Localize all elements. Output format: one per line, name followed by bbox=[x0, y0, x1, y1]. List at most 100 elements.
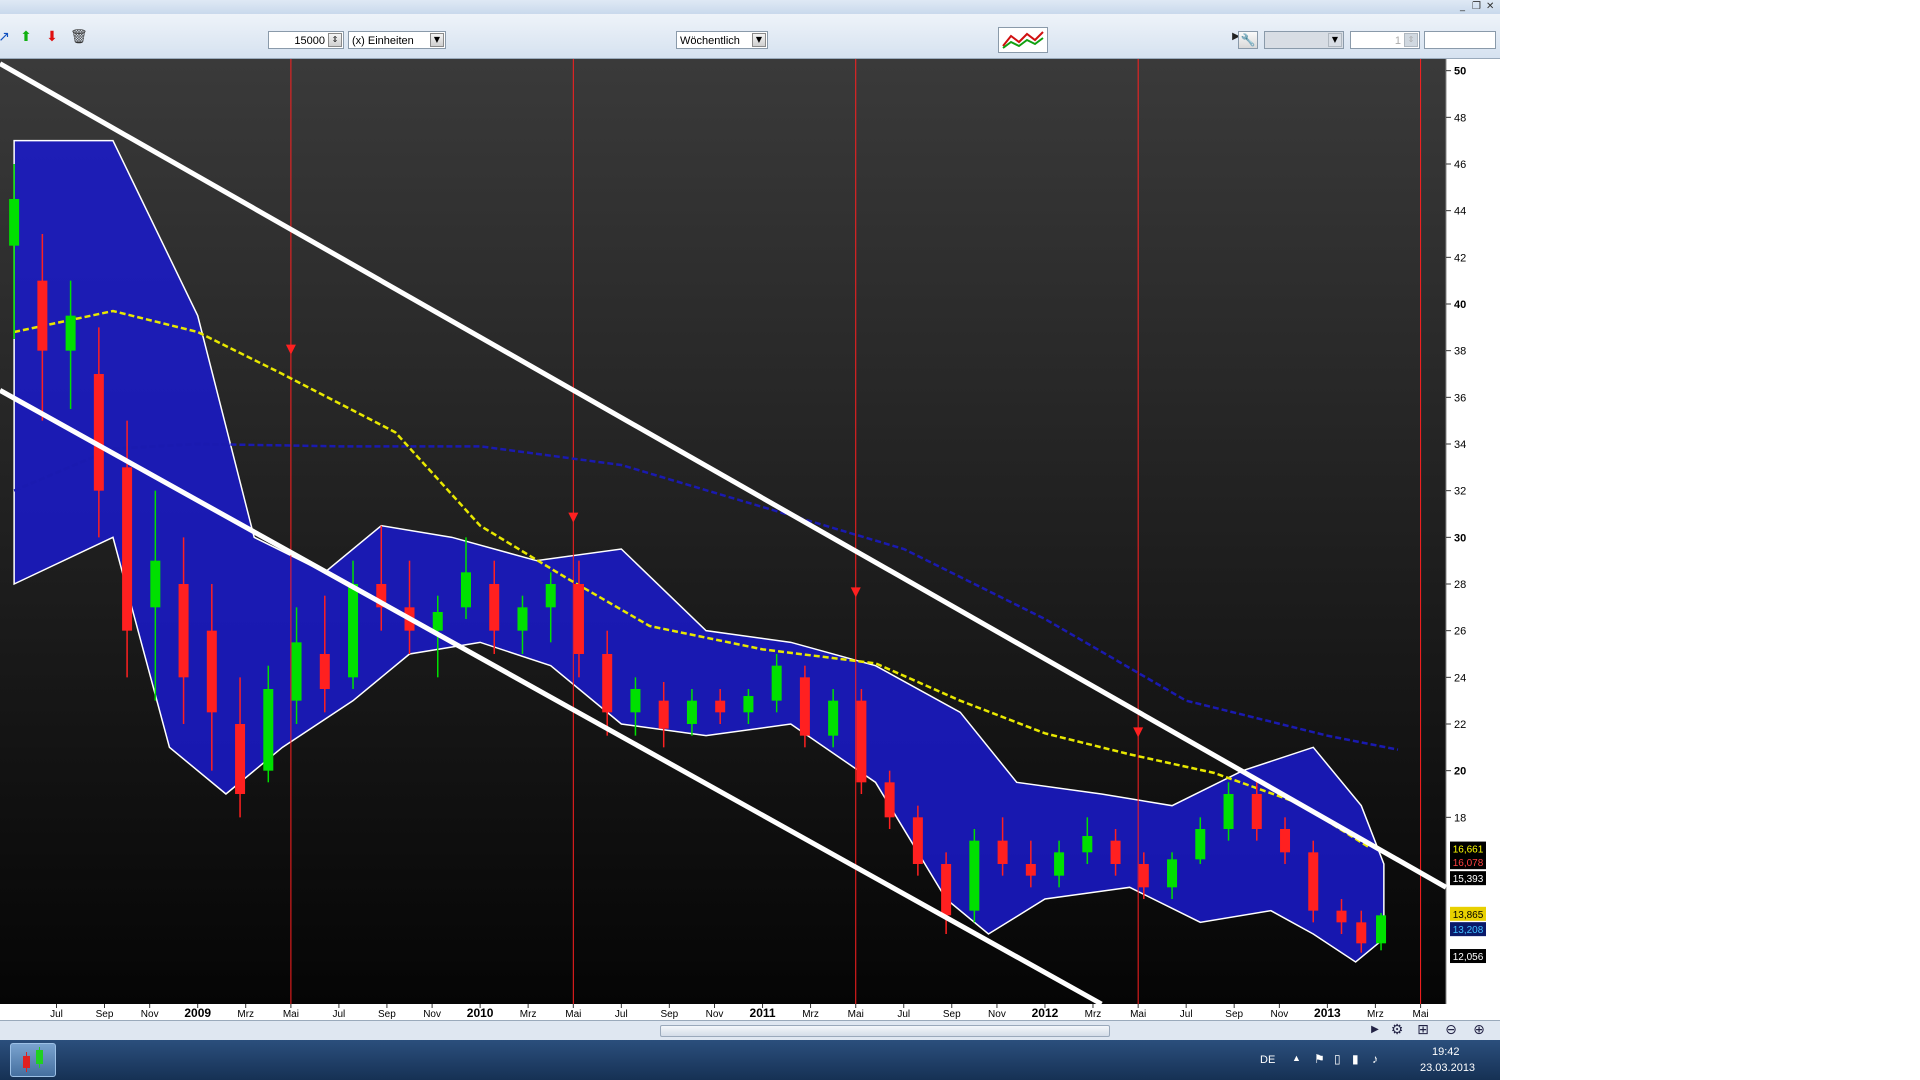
candle-body-47 bbox=[1336, 910, 1347, 923]
tray-expand-icon[interactable]: ▲ bbox=[1292, 1053, 1301, 1063]
x-tick-label-17: Mai bbox=[848, 1009, 864, 1020]
network-icon[interactable]: ▮ bbox=[1352, 1052, 1359, 1066]
x-tick-label-29: Mai bbox=[1413, 1009, 1429, 1020]
zoom-in-icon[interactable]: ⊕ bbox=[1470, 1022, 1488, 1038]
candle-body-20 bbox=[573, 584, 584, 654]
restore-button[interactable]: ❐ bbox=[1472, 1, 1481, 12]
candle-body-22 bbox=[630, 689, 641, 713]
secondary-input[interactable]: 1 ⇕ bbox=[1350, 31, 1420, 49]
y-tick-label-5: 28 bbox=[1454, 579, 1466, 591]
x-tick-label-9: 2010 bbox=[467, 1006, 494, 1020]
y-tick-label-12: 42 bbox=[1454, 252, 1466, 264]
candle-body-27 bbox=[771, 665, 782, 701]
chart-settings-icon[interactable]: ⚙ bbox=[1388, 1022, 1406, 1038]
x-tick-label-12: Jul bbox=[615, 1009, 628, 1020]
candle-body-45 bbox=[1280, 829, 1291, 853]
y-tick-label-2: 22 bbox=[1454, 719, 1466, 731]
candle-body-5 bbox=[150, 560, 161, 608]
candle-body-36 bbox=[1025, 864, 1036, 876]
y-tick-label-3: 24 bbox=[1454, 672, 1466, 684]
units-select[interactable]: (x) Einheiten ▼ bbox=[348, 31, 446, 49]
zoom-out-icon[interactable]: ⊖ bbox=[1442, 1022, 1460, 1038]
language-indicator[interactable]: DE bbox=[1260, 1054, 1275, 1066]
candle-body-44 bbox=[1251, 794, 1262, 829]
candle-body-16 bbox=[460, 572, 471, 608]
y-tick-label-16: 50 bbox=[1454, 66, 1466, 78]
candle-body-25 bbox=[715, 700, 726, 713]
x-tick-label-28: Mrz bbox=[1367, 1009, 1384, 1020]
x-tick-label-15: 2011 bbox=[750, 1006, 776, 1020]
period-label: Wöchentlich bbox=[680, 35, 740, 47]
candle-body-40 bbox=[1138, 864, 1149, 888]
candle-body-24 bbox=[686, 700, 697, 724]
clock-date[interactable]: 23.03.2013 bbox=[1420, 1062, 1475, 1074]
taskbar: DE ▲ ⚑ ▯ ▮ ♪ 19:42 23.03.2013 bbox=[0, 1040, 1500, 1080]
chevron-down-icon[interactable]: ▼ bbox=[752, 33, 766, 47]
candle-body-8 bbox=[235, 724, 246, 794]
candle-body-38 bbox=[1082, 836, 1093, 853]
candle-body-33 bbox=[941, 864, 952, 916]
candle-body-18 bbox=[517, 607, 528, 631]
device-icon[interactable]: ▯ bbox=[1334, 1052, 1341, 1066]
chevron-down-icon[interactable]: ▼ bbox=[430, 33, 444, 47]
candle-body-43 bbox=[1223, 794, 1234, 829]
y-tick-label-10: 38 bbox=[1454, 346, 1466, 358]
period-select[interactable]: Wöchentlich ▼ bbox=[676, 31, 768, 49]
candle-body-21 bbox=[602, 654, 613, 713]
horizontal-scrollbar[interactable] bbox=[0, 1020, 1500, 1041]
candlestick-app-icon bbox=[23, 1047, 43, 1072]
chart-type-button[interactable] bbox=[998, 27, 1048, 53]
account-select[interactable]: ▼ bbox=[1264, 31, 1344, 49]
draw-tool-icon[interactable]: ↗ bbox=[0, 29, 12, 45]
spinner-icon[interactable]: ⇕ bbox=[1404, 33, 1418, 47]
candle-body-46 bbox=[1308, 852, 1319, 911]
chart-area[interactable]: 18 20 22 24 26 28 30 32 34 36 38 40 42 44 46 48 50 Jul Sep… bbox=[0, 59, 1500, 1020]
x-tick-label-1: Sep bbox=[96, 1009, 114, 1020]
settings-wrench-icon[interactable]: 🔧 bbox=[1238, 31, 1258, 49]
y-tick-label-6: 30 bbox=[1454, 532, 1466, 544]
price-chart[interactable]: 18 20 22 24 26 28 30 32 34 36 38 40 42 44 46 48 50 Jul Sep… bbox=[0, 59, 1500, 1020]
buy-arrow-icon[interactable]: ⬆ bbox=[18, 29, 34, 45]
x-tick-label-7: Sep bbox=[378, 1009, 396, 1020]
trash-icon[interactable]: 🗑 bbox=[70, 29, 88, 45]
candle-body-37 bbox=[1054, 852, 1065, 876]
x-tick-label-23: Mai bbox=[1130, 1009, 1146, 1020]
trading-application: _ ❐ ✕ ↗ ⬆ ⬇ 🗑 15000 ⇕ (x) Einheiten ▼ Wö… bbox=[0, 0, 1500, 1080]
x-tick-label-18: Jul bbox=[897, 1009, 910, 1020]
x-tick-label-5: Mai bbox=[283, 1009, 299, 1020]
x-tick-label-11: Mai bbox=[565, 1009, 581, 1020]
price-label-3: 13,865 bbox=[1453, 910, 1484, 921]
y-tick-label-7: 32 bbox=[1454, 486, 1466, 498]
volume-icon[interactable]: ♪ bbox=[1372, 1052, 1378, 1066]
candle-body-3 bbox=[93, 374, 104, 491]
tertiary-input[interactable] bbox=[1424, 31, 1496, 49]
scroll-right-icon[interactable]: ▶ bbox=[1366, 1022, 1384, 1038]
price-label-1: 16,078 bbox=[1453, 858, 1484, 869]
quantity-spinner-icon[interactable]: ⇕ bbox=[328, 33, 342, 47]
x-tick-label-14: Nov bbox=[706, 1009, 724, 1020]
price-label-4: 13,208 bbox=[1453, 925, 1484, 936]
minimize-button[interactable]: _ bbox=[1460, 1, 1465, 12]
clock-time[interactable]: 19:42 bbox=[1432, 1046, 1460, 1058]
scroll-thumb[interactable] bbox=[660, 1025, 1110, 1037]
candle-body-23 bbox=[658, 700, 669, 729]
x-tick-label-20: Nov bbox=[988, 1009, 1006, 1020]
y-tick-label-0: 18 bbox=[1454, 812, 1466, 824]
y-tick-label-4: 26 bbox=[1454, 626, 1466, 638]
price-label-0: 16,661 bbox=[1453, 845, 1484, 856]
quantity-input[interactable]: 15000 ⇕ bbox=[268, 31, 344, 49]
candle-body-49 bbox=[1376, 915, 1387, 944]
chevron-down-icon[interactable]: ▼ bbox=[1328, 33, 1342, 47]
candle-body-35 bbox=[997, 840, 1008, 864]
x-tick-label-13: Sep bbox=[660, 1009, 678, 1020]
y-tick-label-9: 36 bbox=[1454, 392, 1466, 404]
flag-icon[interactable]: ⚑ bbox=[1314, 1052, 1325, 1066]
candle-body-17 bbox=[489, 584, 500, 631]
candle-body-41 bbox=[1167, 859, 1178, 888]
candle-body-7 bbox=[206, 630, 217, 713]
x-tick-label-19: Sep bbox=[943, 1009, 961, 1020]
sell-arrow-icon[interactable]: ⬇ bbox=[44, 29, 60, 45]
zoom-fit-icon[interactable]: ⊞ bbox=[1414, 1022, 1432, 1038]
close-button[interactable]: ✕ bbox=[1486, 1, 1494, 12]
taskbar-app-button[interactable] bbox=[10, 1043, 56, 1077]
